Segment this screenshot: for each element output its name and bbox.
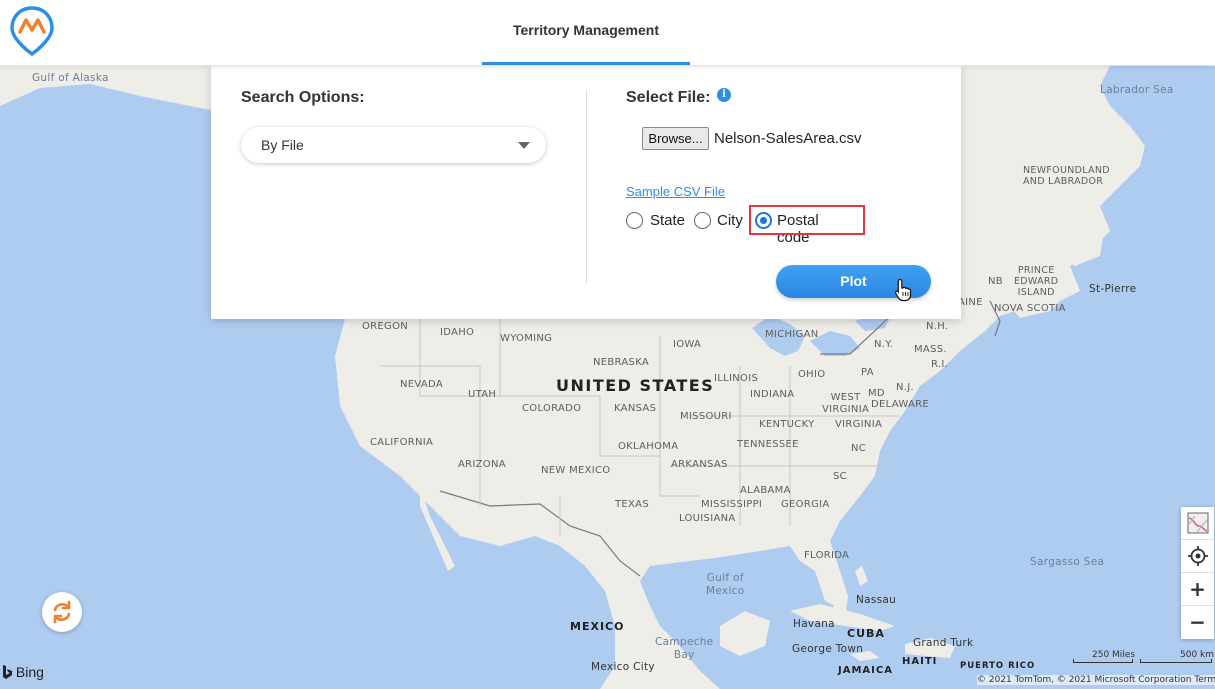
map-label-ri: R.I. (931, 359, 949, 370)
map-label-haiti: HAITI (902, 656, 938, 667)
map-label-oklahoma: OKLAHOMA (618, 441, 679, 452)
map-label-st-pierre: St-Pierre (1089, 283, 1137, 295)
map-label-california: CALIFORNIA (370, 437, 434, 448)
map-label-sc: SC (833, 471, 847, 482)
map-label-delaware: DELAWARE (871, 399, 929, 410)
map-label-nh: N.H. (926, 321, 949, 332)
search-options-dropdown[interactable]: By File (241, 127, 546, 163)
map-style-icon (1187, 512, 1208, 534)
refresh-icon (53, 600, 71, 624)
map-label-pa: PA (861, 367, 874, 378)
select-file-heading: Select File: (626, 89, 711, 106)
map-label-michigan: MICHIGAN (765, 329, 819, 340)
panel-divider (586, 90, 587, 284)
bing-logo: Bing (2, 664, 44, 680)
bing-icon (3, 665, 12, 679)
map-label-nc: NC (851, 443, 867, 454)
map-label-colorado: COLORADO (522, 403, 582, 414)
search-options-heading: Search Options: (241, 89, 365, 106)
map-label-wyoming: WYOMING (500, 333, 553, 344)
map-label-texas: TEXAS (615, 499, 649, 510)
chevron-down-icon (518, 142, 530, 149)
zoom-in-button[interactable]: + (1181, 573, 1214, 606)
map-controls: + − (1181, 507, 1214, 639)
map-label-idaho: IDAHO (440, 327, 475, 338)
map-label-new-mexico: NEW MEXICO (541, 465, 611, 476)
map-label-alabama: ALABAMA (740, 485, 791, 496)
info-icon[interactable]: i (717, 88, 731, 102)
browse-button[interactable]: Browse... (642, 127, 709, 150)
map-label-nebraska: NEBRASKA (593, 357, 650, 368)
map-label-grand-turk: Grand Turk (913, 637, 974, 649)
map-copyright[interactable]: © 2021 TomTom, © 2021 Microsoft Corporat… (977, 675, 1215, 685)
map-label-george-town: George Town (792, 643, 864, 655)
map-label-illinois: ILLINOIS (714, 373, 759, 384)
map-label-oregon: OREGON (362, 321, 409, 332)
map-label-puerto-rico: PUERTO RICO (960, 661, 1036, 671)
map-label-nova-scotia: NOVA SCOTIA (994, 303, 1066, 314)
radio-state[interactable] (626, 212, 643, 229)
map-label-havana: Havana (793, 618, 835, 630)
map-label-md: MD (868, 388, 885, 399)
search-options-selected: By File (261, 137, 304, 153)
map-label-gulf-of-mexico: Gulf of Mexico (706, 572, 745, 597)
map-label-mexico: MEXICO (570, 620, 625, 633)
map-label-mexico-city: Mexico City (591, 661, 655, 673)
app-header: Territory Management (0, 0, 1215, 66)
map-label-newfoundland: NEWFOUNDLAND AND LABRADOR (1023, 165, 1110, 187)
app-logo-icon[interactable] (10, 6, 54, 56)
map-label-cuba: CUBA (847, 627, 885, 640)
map-label-nb: NB (988, 276, 1003, 287)
map-label-arkansas: ARKANSAS (671, 459, 728, 470)
map-style-button[interactable] (1181, 507, 1214, 540)
map-label-georgia: GEORGIA (781, 499, 830, 510)
map-label-utah: UTAH (468, 389, 497, 400)
map-label-west-virginia: WEST VIRGINIA (822, 392, 870, 415)
map-label-prince-edward-island: PRINCE EDWARD ISLAND (1014, 265, 1059, 298)
map-label-gulf-of-alaska: Gulf of Alaska (32, 72, 109, 84)
map-label-tennessee: TENNESSEE (737, 439, 799, 450)
postal-code-highlight (749, 205, 865, 235)
search-panel: Search Options: By File Select File: i B… (211, 66, 961, 319)
map-label-maine: AINE (958, 297, 983, 308)
map-label-nassau: Nassau (856, 594, 897, 606)
scale-miles-bar (1073, 659, 1133, 663)
map-label-florida: FLORIDA (804, 550, 850, 561)
map-label-jamaica: JAMAICA (838, 665, 893, 676)
map-label-virginia: VIRGINIA (835, 419, 883, 430)
map-label-kansas: KANSAS (614, 403, 657, 414)
radio-state-label[interactable]: State (650, 212, 685, 229)
refresh-button[interactable] (42, 592, 82, 632)
scale-km-bar (1140, 659, 1212, 663)
hand-cursor-icon (894, 278, 912, 302)
map-label-nevada: NEVADA (400, 379, 444, 390)
sample-csv-link[interactable]: Sample CSV File (626, 184, 725, 199)
map-label-arizona: ARIZONA (458, 459, 506, 470)
active-tab-indicator (482, 62, 690, 65)
map-label-sargasso-sea: Sargasso Sea (1030, 556, 1105, 568)
locate-me-button[interactable] (1181, 540, 1214, 573)
map-label-united-states: UNITED STATES (556, 376, 715, 395)
map-label-labrador-sea: Labrador Sea (1100, 84, 1174, 96)
map-label-missouri: MISSOURI (680, 411, 732, 422)
locate-icon (1187, 546, 1208, 566)
radio-city[interactable] (694, 212, 711, 229)
selected-file-name: Nelson-SalesArea.csv (714, 130, 862, 147)
tab-territory-management[interactable]: Territory Management (482, 0, 690, 66)
map-label-ny: N.Y. (874, 339, 894, 350)
bing-label: Bing (15, 664, 44, 680)
map-label-louisiana: LOUISIANA (679, 513, 736, 524)
map-label-ohio: OHIO (798, 369, 826, 380)
map-label-nj: N.J. (896, 382, 914, 393)
map-label-iowa: IOWA (673, 339, 702, 350)
zoom-out-button[interactable]: − (1181, 606, 1214, 639)
map-label-kentucky: KENTUCKY (759, 419, 815, 430)
map-label-mass: MASS. (914, 344, 947, 355)
map-label-indiana: INDIANA (750, 389, 795, 400)
map-label-campeche-bay: Campeche Bay (655, 636, 714, 661)
map-label-mississippi: MISSISSIPPI (701, 499, 763, 510)
radio-city-label[interactable]: City (717, 212, 743, 229)
